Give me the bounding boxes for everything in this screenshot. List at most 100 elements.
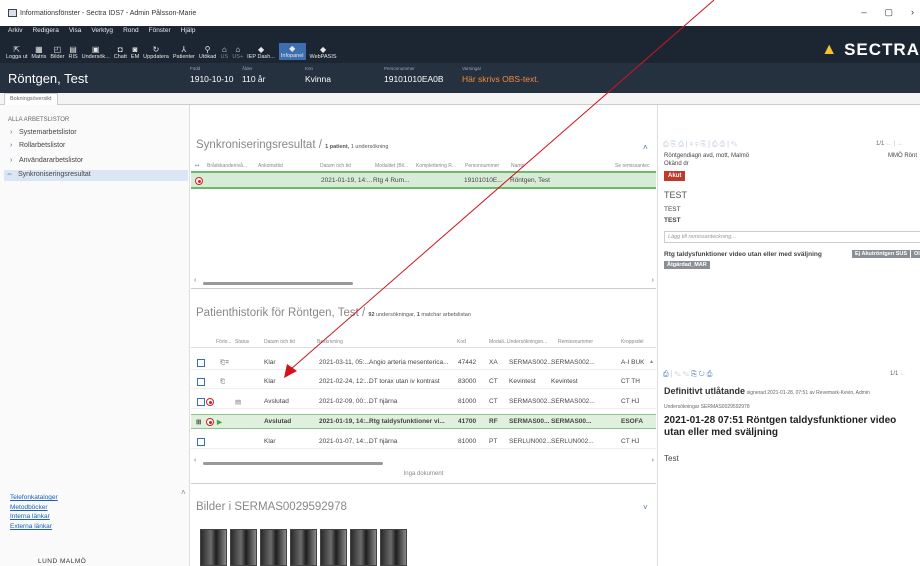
tag-atgardad: Åtgärdad_MAR — [664, 261, 710, 269]
matrix-icon: ▦ — [35, 45, 43, 54]
patient-bar: Röntgen, Test Född 1910-10-10 Ålder 110 år… — [0, 63, 920, 93]
report-pager: 1/1 ← — [890, 371, 907, 377]
window-controls: – ▢ › — [861, 7, 914, 18]
patient-warning[interactable]: Varningar Här skrivs OBS-text. — [462, 66, 539, 84]
row-checkbox[interactable] — [197, 398, 205, 406]
images-icon: ◰ — [53, 45, 62, 54]
examine-icon: ▣ — [91, 45, 100, 54]
image-thumbnail[interactable] — [200, 529, 227, 566]
menu-verktyg[interactable]: Verktyg — [91, 26, 113, 35]
us-plus-button[interactable]: ⌂ US+ — [232, 45, 243, 60]
us-button[interactable]: ⌂ US — [220, 45, 228, 60]
chevron-up-icon[interactable]: ˄ — [181, 488, 186, 497]
priority-badge: Akut — [664, 171, 686, 181]
matrix-button[interactable]: ▦ Matris — [31, 45, 46, 60]
history-row[interactable]: Klar 2021-01-07, 14:... DT hjärna 81000 … — [191, 435, 656, 449]
menu-hjalp[interactable]: Hjälp — [181, 26, 196, 35]
window-title: Informationsfönster - Sectra IDS7 - Admi… — [20, 9, 197, 17]
remiss-text-3: TEST — [664, 217, 681, 224]
ris-button[interactable]: ▤ RIS — [68, 45, 77, 60]
iep-icon: ◆ — [257, 45, 265, 54]
center-panel: Synkroniseringsresultat / 1 patient, 1 u… — [191, 105, 656, 566]
chevron-right-icon: › — [10, 157, 13, 164]
sync-section-title: Synkroniseringsresultat / 1 patient, 1 u… — [196, 139, 389, 151]
examine-button[interactable]: ▣ Undersök... — [82, 45, 110, 60]
sidebar-heading: ALLA ARBETSLISTOR — [8, 117, 70, 123]
row-checkbox[interactable] — [197, 378, 205, 386]
menu-arkiv[interactable]: Arkiv — [8, 26, 22, 35]
menu-redigera[interactable]: Redigera — [32, 26, 58, 35]
remiss-note-input[interactable]: Lägg till remissanteckning... — [664, 231, 920, 243]
em-button[interactable]: ◙ EM — [131, 45, 139, 60]
ris-icon: ▤ — [69, 45, 77, 54]
chevron-right-icon: › — [10, 142, 13, 149]
chevron-up-icon[interactable]: ˄ — [643, 143, 648, 152]
history-row[interactable]: ⎗⌗ Klar 2021-03-11, 05:... Angio arteria… — [191, 356, 656, 370]
menu-bar: Arkiv Redigera Visa Verktyg Rond Fönster… — [0, 26, 920, 35]
webpasis-button[interactable]: ◆ WebPASIS — [310, 45, 337, 60]
us-icon: ⌂ — [221, 45, 227, 54]
sidebar-item-role[interactable]: › Rollarbetslistor — [10, 142, 65, 149]
sidebar-item-system[interactable]: › Systemarbetslistor — [10, 129, 77, 136]
remiss-toolbar-icons[interactable]: ⎙⎘⎙|⚲⚲⎘|⎙⎙|✎ — [663, 141, 739, 149]
document-icon: ⎗⌗ — [220, 359, 229, 366]
row-checkbox[interactable] — [197, 438, 205, 446]
report-exams: Undersökningar SERMAS0029592978 — [664, 404, 750, 410]
remiss-pager: 1/1 ← | → — [876, 141, 903, 147]
chevron-down-icon[interactable]: ˅ — [643, 503, 648, 512]
patients-button[interactable]: ⅄ Patienter — [173, 45, 195, 60]
report-body: Test — [664, 454, 679, 463]
history-row-selected[interactable]: ⊞ ▶ Avslutad 2021-01-19, 14:... Rtg tald… — [191, 414, 656, 429]
maximize-button[interactable]: ▢ — [884, 7, 893, 18]
image-thumbnail[interactable] — [290, 529, 317, 566]
subtab-bar: Bokningsöversikt — [0, 93, 920, 105]
logout-button[interactable]: ⇱ Logga ut — [6, 45, 27, 60]
image-thumbnail[interactable] — [380, 529, 407, 566]
sync-row[interactable]: 2021-01-19, 14:... Rtg 4 Rum... 19101010… — [191, 171, 656, 189]
menu-fonster[interactable]: Fönster — [149, 26, 171, 35]
image-thumbnail[interactable] — [350, 529, 377, 566]
link-interna[interactable]: Interna länkar — [10, 513, 58, 520]
sidebar-item-sync[interactable]: ⇔ Synkroniseringsresultat — [6, 171, 91, 178]
warning-icon[interactable]: ▲ — [821, 41, 838, 59]
expand-icon[interactable]: ⊞ — [196, 418, 201, 426]
link-list: Telefonkataloger Metodböcker Interna län… — [10, 494, 58, 532]
image-thumbnail[interactable] — [320, 529, 347, 566]
em-icon: ◙ — [132, 45, 138, 54]
minimize-button[interactable]: – — [861, 7, 866, 18]
link-externa[interactable]: Externa länkar — [10, 523, 58, 530]
close-button[interactable]: › — [911, 7, 914, 18]
images-button[interactable]: ◰ Bilder — [50, 45, 64, 60]
iep-button[interactable]: ◆ IEP Dash... — [247, 45, 275, 60]
history-row[interactable]: ⎗ Klar 2021-02-24, 12:... DT torax utan … — [191, 375, 656, 389]
link-metodbocker[interactable]: Metodböcker — [10, 504, 58, 511]
report-status: Definitivt utlåtande signerad 2021-01-28… — [664, 386, 870, 396]
chevron-right-icon: › — [10, 129, 13, 136]
infopanel-button[interactable]: ◆ Infopanel — [278, 43, 306, 60]
report-toolbar-icons[interactable]: ⎙|✎✎⎘↻⎙ — [663, 371, 714, 379]
sync-icon: ⇔ — [6, 171, 13, 178]
history-row[interactable]: ▤ Avslutad 2021-02-09, 00:... DT hjärna … — [191, 395, 656, 409]
image-thumbnail[interactable] — [260, 529, 287, 566]
worklist-sidebar: ALLA ARBETSLISTOR › Systemarbetslistor › R… — [0, 105, 190, 566]
menu-rond[interactable]: Rond — [123, 26, 139, 35]
chat-button[interactable]: ◘ Chatt — [114, 45, 127, 60]
remiss-dept-right: MMÖ Rönt — [888, 153, 918, 159]
link-telefonkataloger[interactable]: Telefonkataloger — [10, 494, 58, 501]
image-thumbnail[interactable] — [230, 529, 257, 566]
refresh-button[interactable]: ↻ Uppdatera — [143, 45, 169, 60]
row-checkbox[interactable] — [197, 359, 205, 367]
sync-scrollbar[interactable]: ‹ › — [191, 277, 656, 286]
history-scrollbar[interactable]: ‹ › — [191, 457, 656, 466]
toolbar: ⇱ Logga ut ▦ Matris ◰ Bilder ▤ RIS ▣ Undersök… — [0, 35, 920, 63]
refresh-icon: ↻ — [152, 45, 160, 54]
tab-bokningsoversikt[interactable]: Bokningsöversikt — [4, 93, 58, 105]
extended-button[interactable]: ⚲ Utökad — [199, 45, 216, 60]
title-bar: Informationsfönster - Sectra IDS7 - Admi… — [0, 0, 920, 26]
report-heading: 2021-01-28 07:51 Röntgen taldysfunktione… — [664, 415, 897, 438]
infopanel-icon: ◆ — [289, 44, 296, 53]
menu-visa[interactable]: Visa — [69, 26, 82, 35]
sidebar-item-user[interactable]: › Användararbetslistor — [10, 157, 83, 164]
play-icon[interactable]: ▶ — [217, 418, 222, 426]
patients-icon: ⅄ — [181, 45, 187, 54]
